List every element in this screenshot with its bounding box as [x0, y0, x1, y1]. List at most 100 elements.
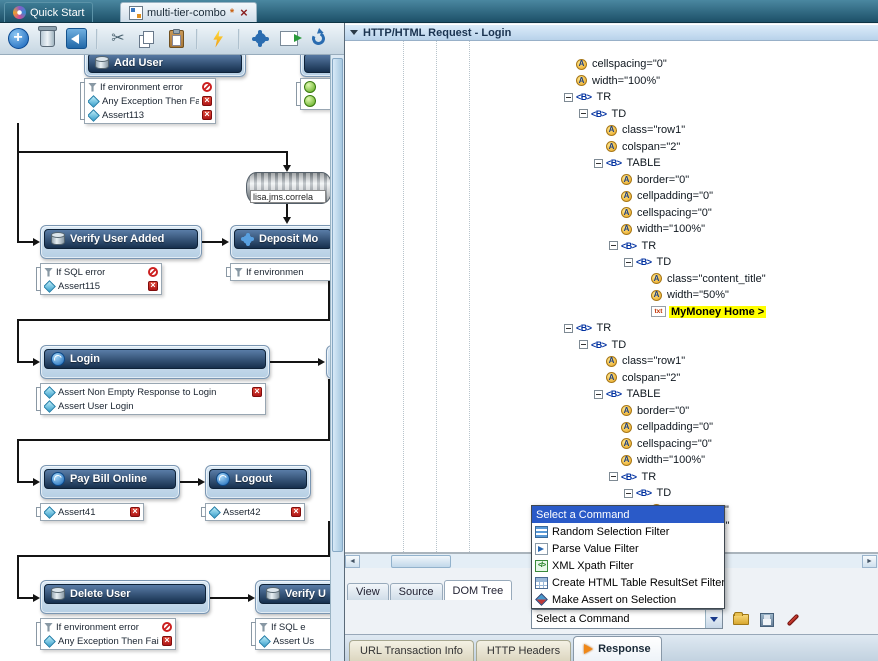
assertion-row[interactable] [304, 80, 330, 94]
add-step-button[interactable] [6, 26, 30, 52]
no-run-icon[interactable] [162, 622, 172, 632]
run-test-button[interactable] [206, 26, 230, 52]
fail-x-icon[interactable] [162, 636, 172, 646]
fail-x-icon[interactable] [202, 110, 212, 120]
node-add-user[interactable]: Add User [84, 55, 246, 77]
assertion-row[interactable] [304, 94, 330, 108]
node-verify-user-added[interactable]: Verify User Added [40, 225, 202, 259]
fail-x-icon[interactable] [130, 507, 140, 517]
tree-row[interactable]: Awidth="100%" [345, 452, 878, 468]
paste-button[interactable] [164, 26, 188, 52]
tree-collapse-icon[interactable] [579, 109, 588, 118]
tab-response[interactable]: Response [573, 636, 662, 661]
node-deposit-money[interactable]: Deposit Mo [230, 225, 330, 259]
node-login[interactable]: Login [40, 345, 270, 379]
workflow-canvas[interactable]: Add UserIf environment errorAny Exceptio… [0, 55, 330, 661]
tree-collapse-icon[interactable] [564, 93, 573, 102]
tab-multi-tier-combo[interactable]: multi-tier-combo * [120, 2, 257, 22]
tree-row[interactable]: Aborder="0" [345, 403, 878, 419]
tree-collapse-icon[interactable] [594, 390, 603, 399]
node-partial-top-right[interactable] [300, 55, 330, 77]
tree-row[interactable]: <B>TD [345, 337, 878, 353]
node-pay-bill-online[interactable]: Pay Bill Online [40, 465, 180, 499]
fail-x-icon[interactable] [291, 507, 301, 517]
tree-row[interactable]: <B>TR [345, 238, 878, 254]
assertion-row[interactable]: Assert115 [44, 279, 158, 293]
assertion-row[interactable]: If SQL error [44, 265, 158, 279]
node-verify-user[interactable]: Verify U [255, 580, 330, 614]
scrollbar-thumb[interactable] [391, 555, 451, 568]
node-delete-user[interactable]: Delete User [40, 580, 210, 614]
fail-x-icon[interactable] [202, 96, 212, 106]
menu-item-create-html-table-resultset-filter[interactable]: Create HTML Table ResultSet Filter [532, 574, 724, 591]
tab-quick-start[interactable]: Quick Start [4, 2, 93, 22]
assertion-row[interactable]: Any Exception Then Fail [88, 94, 212, 108]
tree-row[interactable]: <B>TABLE [345, 155, 878, 171]
settings-button[interactable] [248, 26, 272, 52]
tree-row[interactable]: Awidth="100%" [345, 221, 878, 237]
tree-row[interactable]: txtMyMoney Home > [345, 304, 878, 320]
tree-row[interactable]: Aclass="row1" [345, 353, 878, 369]
fail-x-icon[interactable] [252, 387, 262, 397]
no-run-icon[interactable] [148, 267, 158, 277]
tree-row[interactable]: Acellspacing="0" [345, 205, 878, 221]
tree-row[interactable]: Acellspacing="0" [345, 56, 878, 72]
panel-header[interactable]: HTTP/HTML Request - Login [345, 24, 878, 41]
clear-button[interactable] [783, 610, 803, 629]
tree-row[interactable]: Acellpadding="0" [345, 188, 878, 204]
deploy-button[interactable] [306, 26, 330, 52]
tab-http-headers[interactable]: HTTP Headers [476, 640, 571, 661]
close-tab-icon[interactable] [240, 6, 248, 20]
tree-row[interactable]: <B>TD [345, 485, 878, 501]
scrollbar-thumb[interactable] [332, 58, 343, 552]
tree-row[interactable]: <B>TR [345, 320, 878, 336]
tree-row[interactable]: <B>TD [345, 254, 878, 270]
copy-button[interactable] [135, 26, 159, 52]
tree-row[interactable]: <B>TD [345, 106, 878, 122]
tree-row[interactable]: Acolspan="2" [345, 139, 878, 155]
tree-collapse-icon[interactable] [609, 472, 618, 481]
assertion-row[interactable]: Assert41 [44, 505, 140, 519]
tree-collapse-icon[interactable] [624, 489, 633, 498]
menu-item-xml-xpath-filter[interactable]: XML Xpath Filter [532, 557, 724, 574]
tree-row[interactable]: Aborder="0" [345, 172, 878, 188]
tree-collapse-icon[interactable] [579, 340, 588, 349]
assertion-row[interactable]: If environment error [44, 620, 172, 634]
tree-row[interactable]: Awidth="100%" [345, 73, 878, 89]
command-combo[interactable]: Select a Command [531, 609, 723, 629]
tree-collapse-icon[interactable] [594, 159, 603, 168]
tree-row[interactable]: <B>TR [345, 469, 878, 485]
menu-item-make-assert-on-selection[interactable]: Make Assert on Selection [532, 591, 724, 608]
scroll-right-arrow[interactable]: ► [862, 555, 877, 568]
scroll-left-arrow[interactable]: ◄ [345, 555, 360, 568]
back-button[interactable] [64, 26, 88, 52]
tree-row[interactable]: <B>TR [345, 89, 878, 105]
tree-row[interactable]: <B>TABLE [345, 386, 878, 402]
dom-tree[interactable]: Acellspacing="0"Awidth="100%"<B>TR<B>TDA… [345, 41, 878, 553]
menu-item-parse-value-filter[interactable]: Parse Value Filter [532, 540, 724, 557]
assertion-row[interactable]: If environment error [88, 80, 212, 94]
popup-selected-item[interactable]: Select a Command [532, 506, 724, 523]
assertion-row[interactable]: Assert User Login [44, 399, 262, 413]
cut-button[interactable] [106, 26, 130, 52]
tree-row[interactable]: Aclass="content_title" [345, 271, 878, 287]
assertion-row[interactable]: Assert Us [259, 634, 330, 648]
assertion-row[interactable]: If environmen [234, 265, 330, 279]
tree-collapse-icon[interactable] [564, 324, 573, 333]
export-button[interactable] [277, 26, 301, 52]
open-button[interactable] [731, 610, 751, 629]
menu-item-random-selection-filter[interactable]: Random Selection Filter [532, 523, 724, 540]
combo-dropdown-button[interactable] [705, 610, 722, 628]
assertion-row[interactable]: If SQL e [259, 620, 330, 634]
tree-row[interactable]: Acellspacing="0" [345, 436, 878, 452]
fail-x-icon[interactable] [148, 281, 158, 291]
tree-row[interactable]: Acolspan="2" [345, 370, 878, 386]
assertion-row[interactable]: Assert Non Empty Response to Login [44, 385, 262, 399]
tree-collapse-icon[interactable] [609, 241, 618, 250]
tab-url-transaction-info[interactable]: URL Transaction Info [349, 640, 474, 661]
tab-source[interactable]: Source [390, 583, 443, 600]
assertion-row[interactable]: Assert113 [88, 108, 212, 122]
tab-view[interactable]: View [347, 583, 389, 600]
tree-row[interactable]: Acellpadding="0" [345, 419, 878, 435]
no-run-icon[interactable] [202, 82, 212, 92]
